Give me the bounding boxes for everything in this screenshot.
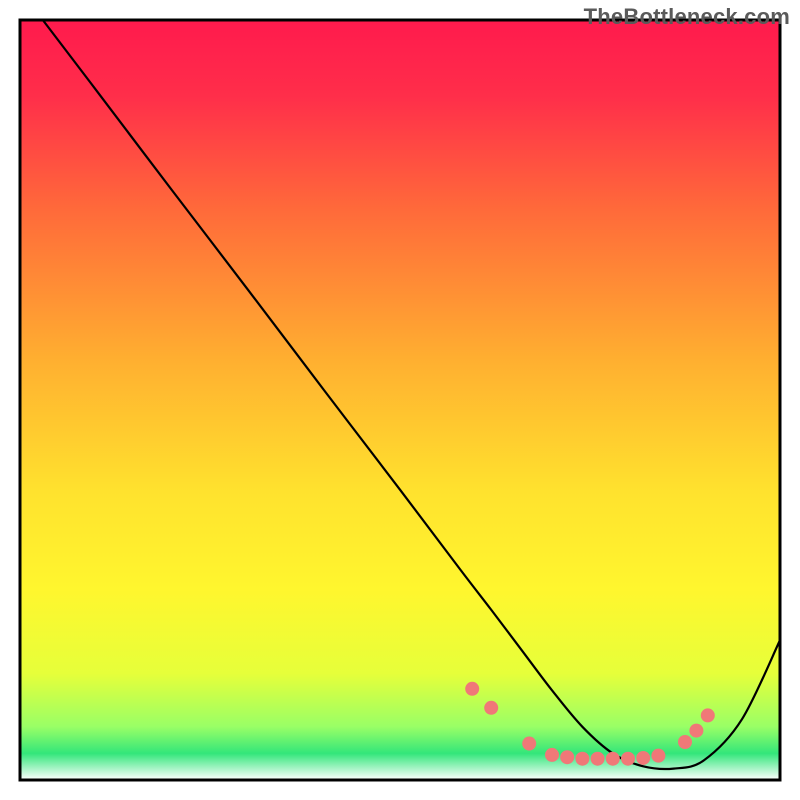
marker-dot <box>591 752 605 766</box>
bottleneck-chart: TheBottleneck.com <box>0 0 800 800</box>
marker-dot <box>484 701 498 715</box>
marker-dot <box>651 749 665 763</box>
marker-dot <box>522 737 536 751</box>
marker-dot <box>606 752 620 766</box>
marker-dot <box>636 751 650 765</box>
marker-dot <box>575 752 589 766</box>
marker-dot <box>678 735 692 749</box>
marker-dot <box>689 724 703 738</box>
marker-dot <box>560 750 574 764</box>
marker-dot <box>701 708 715 722</box>
marker-dot <box>621 752 635 766</box>
chart-svg <box>0 0 800 800</box>
marker-dot <box>545 748 559 762</box>
marker-dot <box>465 682 479 696</box>
watermark-text: TheBottleneck.com <box>584 4 790 30</box>
gradient-background <box>20 20 780 780</box>
